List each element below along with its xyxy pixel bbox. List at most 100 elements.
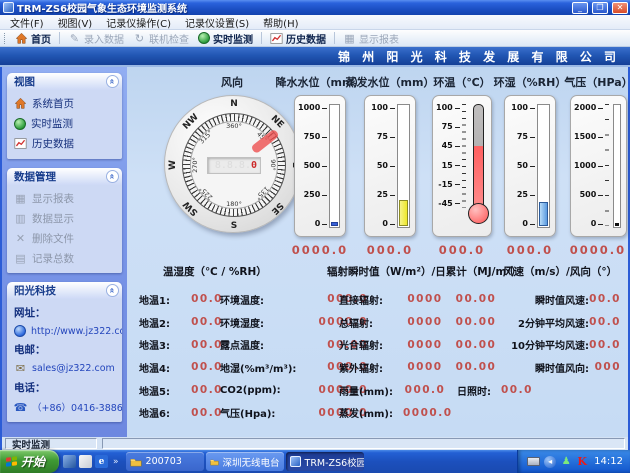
sidebar-item-history-data[interactable]: 历史数据 bbox=[14, 136, 118, 151]
start-label: 开始 bbox=[21, 453, 45, 470]
data-display-icon: ▥ bbox=[14, 212, 27, 225]
gauge-track bbox=[397, 104, 410, 228]
chart-icon bbox=[270, 32, 283, 45]
compass-n: N bbox=[230, 99, 238, 109]
reading-row: 地温4:00.0 bbox=[139, 356, 223, 379]
total-radiation-inst: 0000 bbox=[403, 316, 447, 328]
tick-mark bbox=[455, 108, 460, 109]
quick-launch-icon-2[interactable] bbox=[79, 455, 92, 468]
taskbar-clock: 14:12 bbox=[594, 456, 623, 467]
gauge-track bbox=[329, 104, 340, 228]
soil-temp-4-value: 00.0 bbox=[177, 361, 223, 373]
windows-logo-icon bbox=[6, 456, 17, 467]
rainfall-value: 000.0 bbox=[403, 384, 447, 396]
home-icon bbox=[14, 97, 27, 110]
email-link[interactable]: ✉ sales@jz322.com bbox=[14, 362, 118, 375]
compass-deg-90: 90° bbox=[269, 159, 277, 171]
pressure-gauge: 2000 1500 1000 500 0 bbox=[570, 95, 627, 237]
collapse-chevron-icon[interactable]: » bbox=[106, 170, 119, 183]
history-data-button[interactable]: 历史数据 bbox=[266, 30, 330, 47]
menu-view[interactable]: 视图(V) bbox=[51, 14, 100, 31]
sidebar-panel-view: 视图 » 系统首页 实时监测 历史数据 bbox=[7, 73, 122, 159]
quick-launch-icon-1[interactable] bbox=[63, 455, 76, 468]
network-agent-icon[interactable]: ♟ bbox=[560, 456, 572, 467]
sidebar-item-show-report[interactable]: ▦ 显示报表 bbox=[14, 191, 118, 206]
taskbar-button-folder-1[interactable]: 200703 bbox=[126, 452, 204, 471]
collapse-chevron-icon[interactable]: » bbox=[106, 284, 119, 297]
website-link[interactable]: http://www.jz322.com bbox=[14, 325, 118, 337]
tick-mark bbox=[390, 108, 395, 109]
home-icon bbox=[15, 32, 28, 45]
internet-explorer-icon[interactable]: e bbox=[95, 455, 108, 468]
tick-mark bbox=[322, 195, 327, 196]
tick-mark bbox=[455, 184, 460, 185]
realtime-monitor-button[interactable]: 实时监测 bbox=[194, 30, 257, 47]
quick-launch-more-icon[interactable]: » bbox=[113, 457, 119, 467]
start-button[interactable]: 开始 bbox=[0, 450, 59, 473]
sidebar-item-realtime-monitor[interactable]: 实时监测 bbox=[14, 116, 118, 131]
lcd-value: 0 bbox=[251, 160, 257, 171]
soil-temp-column: 地温1:00.0 地温2:00.0 地温3:00.0 地温4:00.0 地温5:… bbox=[139, 288, 223, 424]
collapse-chevron-icon[interactable]: » bbox=[106, 75, 119, 88]
online-check-button[interactable]: ↻ 联机检查 bbox=[129, 30, 193, 47]
pressure-title: 气压（HPa） bbox=[551, 74, 630, 90]
phone-number: （+86）0416-3886938 bbox=[32, 400, 122, 414]
history-data-label: 历史数据 bbox=[286, 31, 326, 46]
toolbar-separator bbox=[261, 32, 262, 44]
quick-launch: e » bbox=[59, 455, 125, 468]
evap-level-value: 000.0 bbox=[352, 243, 428, 257]
total-radiation-daily: 00.00 bbox=[447, 316, 505, 328]
printer-icon[interactable] bbox=[527, 457, 540, 466]
rain-level-value: 0000.0 bbox=[282, 243, 358, 257]
status-mode: 实时监测 bbox=[5, 438, 97, 449]
home-button[interactable]: 首页 bbox=[11, 30, 55, 47]
taskbar-button-app[interactable]: TRM-ZS6校园气象... bbox=[286, 452, 364, 471]
sidebar-item-data-display[interactable]: ▥ 数据显示 bbox=[14, 211, 118, 226]
minor-ticks bbox=[462, 104, 466, 208]
tick-mark bbox=[322, 166, 327, 167]
restore-button[interactable]: ❐ bbox=[592, 2, 608, 14]
menu-recorder-settings[interactable]: 记录仪设置(S) bbox=[178, 14, 256, 31]
tick-mark bbox=[390, 224, 395, 225]
input-data-icon: ✎ bbox=[68, 32, 81, 45]
taskbar-button-folder-2[interactable]: 深圳无线电台 bbox=[206, 452, 284, 471]
reading-row: 雨量(mm):000.0日照时:00.0 bbox=[339, 379, 533, 402]
reading-row: 蒸发(mm):0000.0 bbox=[339, 401, 533, 424]
panel-title: 数据管理 bbox=[14, 169, 56, 184]
antivirus-icon[interactable]: K bbox=[576, 456, 588, 467]
tick-mark bbox=[530, 224, 535, 225]
menu-recorder-operate[interactable]: 记录仪操作(C) bbox=[99, 14, 178, 31]
menu-help[interactable]: 帮助(H) bbox=[256, 14, 305, 31]
main-content: 风向 降水水位（mm） 蒸发水位（mm） 环温（℃） 环湿（%RH） 气压（HP… bbox=[127, 67, 628, 437]
reading-row: 地温5:00.0 bbox=[139, 379, 223, 402]
gauge-fill bbox=[539, 202, 548, 226]
thermometer-tube bbox=[473, 104, 484, 208]
minimize-button[interactable]: _ bbox=[572, 2, 588, 14]
web-label: 网址： bbox=[14, 305, 118, 320]
soil-temp-5-value: 00.0 bbox=[177, 384, 223, 396]
tick-mark bbox=[598, 166, 603, 167]
pressure-value: 0000.0 bbox=[557, 243, 630, 257]
main-layout: 视图 » 系统首页 实时监测 历史数据 bbox=[0, 67, 630, 437]
rain-level-gauge: 1000 750 500 250 0 bbox=[294, 95, 346, 237]
compass-deg-360: 360° bbox=[226, 122, 242, 130]
toolbar-separator bbox=[334, 32, 335, 44]
item-label: 历史数据 bbox=[32, 136, 74, 151]
tick-mark bbox=[390, 195, 395, 196]
sidebar-item-system-home[interactable]: 系统首页 bbox=[14, 96, 118, 111]
sidebar-item-record-count[interactable]: ▤ 记录总数 bbox=[14, 251, 118, 266]
company-name: 锦 州 阳 光 科 技 发 展 有 限 公 司 bbox=[338, 48, 620, 65]
sidebar-item-delete-file[interactable]: ✕ 删除文件 bbox=[14, 231, 118, 246]
minor-ticks bbox=[605, 104, 609, 226]
menu-file[interactable]: 文件(F) bbox=[3, 14, 51, 31]
panel-body-data: ▦ 显示报表 ▥ 数据显示 ✕ 删除文件 ▤ 记录总数 bbox=[7, 185, 122, 274]
input-data-button[interactable]: ✎ 录入数据 bbox=[64, 30, 128, 47]
gauge-fill bbox=[399, 200, 408, 226]
wind-direction-title: 风向 bbox=[182, 74, 282, 90]
language-icon[interactable]: ◂ bbox=[544, 456, 556, 468]
close-button[interactable]: ✕ bbox=[612, 2, 628, 14]
reading-row: 瞬时值风向:000 bbox=[501, 356, 625, 379]
show-report-button[interactable]: ▦ 显示报表 bbox=[339, 30, 403, 47]
taskbar: 开始 e » 200703 深圳无线电台 TRM-ZS6校园气象... ◂ ♟ … bbox=[0, 450, 630, 473]
system-tray: ◂ ♟ K 14:12 bbox=[517, 450, 630, 473]
